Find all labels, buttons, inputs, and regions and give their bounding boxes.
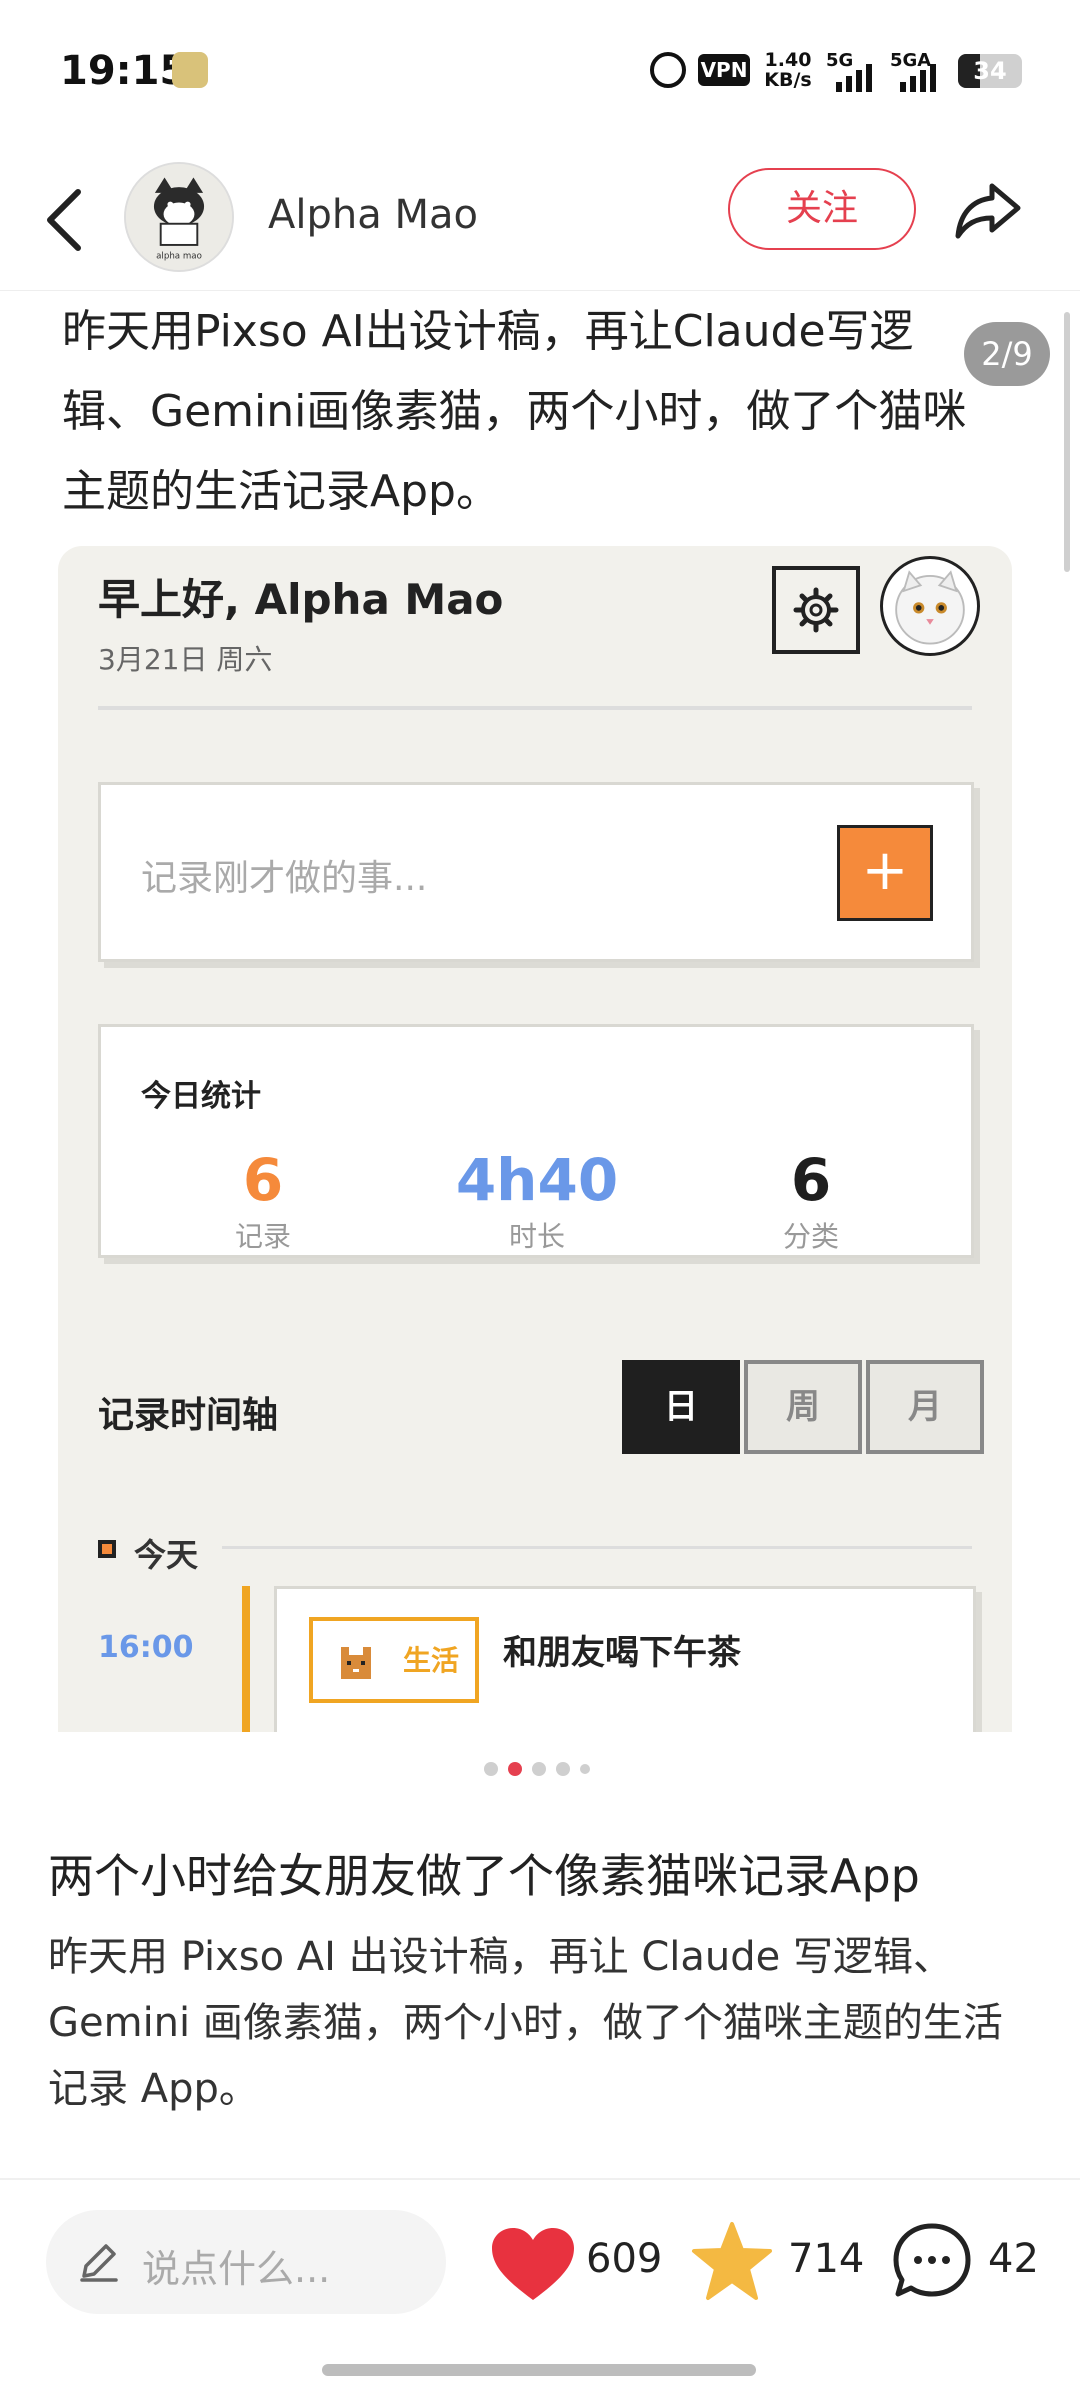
alarm-icon — [650, 52, 686, 88]
pencil-icon — [80, 2244, 118, 2282]
like-button[interactable] — [488, 2224, 578, 2304]
battery-icon: 34 — [958, 54, 1022, 88]
mock-event-rail — [242, 1586, 250, 1732]
stat-value: 4h40 — [455, 1146, 619, 1214]
today-marker-icon — [98, 1540, 116, 1558]
carousel-dot[interactable] — [532, 1762, 546, 1776]
carousel-dot[interactable] — [484, 1762, 498, 1776]
mock-stat-categories: 6 分类 — [711, 1147, 911, 1255]
stat-value: 6 — [242, 1146, 284, 1214]
mock-period-toggle: 日 周 月 — [618, 1360, 984, 1454]
mock-stats-card: 今日统计 6 记录 4h40 时长 6 分类 — [98, 1024, 974, 1258]
mock-period-day: 日 — [622, 1360, 740, 1454]
network-speed-value: 1.40 — [764, 49, 812, 71]
mock-today-divider — [222, 1546, 972, 1549]
mock-greeting: 早上好, Alpha Mao — [98, 575, 504, 624]
mock-date: 3月21日 周六 — [98, 643, 273, 676]
follow-button[interactable]: 关注 — [728, 168, 916, 250]
back-button[interactable] — [36, 178, 96, 262]
mock-settings-button — [772, 566, 860, 654]
battery-level: 34 — [973, 57, 1007, 85]
share-icon — [955, 183, 1021, 239]
mock-stat-duration: 4h40 时长 — [437, 1147, 637, 1255]
mock-divider — [98, 706, 972, 710]
star-icon — [692, 2222, 772, 2300]
carousel-dot[interactable] — [556, 1762, 570, 1776]
mock-event-title: 和朋友喝下午茶 — [503, 1633, 741, 1673]
mock-stat-records: 6 记录 — [163, 1147, 363, 1255]
mock-period-month: 月 — [866, 1360, 984, 1454]
network-speed: 1.40 KB/s — [760, 50, 816, 90]
plus-icon: + — [837, 825, 933, 921]
post-title: 两个小时给女朋友做了个像素猫咪记录App — [48, 1849, 920, 1903]
favorite-button[interactable] — [690, 2220, 774, 2304]
app-mockup: 早上好, Alpha Mao 3月21日 周六 记录刚才做的事... + 今日统… — [58, 546, 1012, 1732]
post-header: alpha mao Alpha Mao 关注 — [0, 150, 1080, 291]
carousel-dots — [484, 1762, 590, 1776]
bottom-divider — [0, 2178, 1080, 2180]
pixel-cat-icon — [341, 1647, 371, 1679]
gear-icon — [793, 587, 839, 633]
comment-icon — [893, 2223, 971, 2297]
status-time: 19:15 — [60, 48, 188, 94]
author-name[interactable]: Alpha Mao — [268, 192, 478, 238]
heart-icon — [492, 2228, 574, 2300]
mock-stats-title: 今日统计 — [141, 1079, 261, 1114]
mock-record-placeholder: 记录刚才做的事... — [141, 858, 428, 899]
carousel-dot[interactable] — [580, 1764, 590, 1774]
cat-avatar-icon: alpha mao — [126, 164, 232, 270]
image-carousel[interactable]: 昨天用Pixso AI出设计稿，再让Claude写逻辑、Gemini画像素猫，两… — [0, 292, 1080, 1732]
post-body: 昨天用 Pixso AI 出设计稿，再让 Claude 写逻辑、Gemini 画… — [48, 1934, 1003, 2112]
carousel-dot-active[interactable] — [508, 1762, 522, 1776]
home-indicator[interactable] — [322, 2364, 756, 2376]
stat-label: 时长 — [508, 1220, 565, 1253]
author-avatar[interactable]: alpha mao — [124, 162, 234, 272]
like-count: 609 — [586, 2236, 663, 2282]
carousel-caption: 昨天用Pixso AI出设计稿，再让Claude写逻辑、Gemini画像素猫，两… — [62, 306, 967, 517]
stat-label: 分类 — [782, 1220, 839, 1253]
mock-record-card: 记录刚才做的事... + — [98, 782, 974, 962]
page-indicator: 2/9 — [964, 322, 1050, 386]
mock-period-week: 周 — [744, 1360, 862, 1454]
mock-event-category: 生活 — [403, 1644, 460, 1677]
signal-1-icon — [836, 56, 872, 92]
mock-cat-avatar — [880, 556, 980, 656]
comment-button[interactable] — [890, 2220, 974, 2304]
back-icon — [47, 189, 81, 251]
favorite-count: 714 — [788, 2236, 865, 2282]
mock-timeline-title: 记录时间轴 — [98, 1395, 279, 1436]
comment-placeholder: 说点什么... — [142, 2247, 331, 2291]
notification-app-icon — [172, 52, 208, 88]
mock-event-time: 16:00 — [98, 1630, 194, 1665]
stat-label: 记录 — [234, 1220, 291, 1253]
stat-value: 6 — [790, 1146, 832, 1214]
status-bar: 19:15 VPN 1.40 KB/s 5G 5GA 34 — [0, 0, 1080, 140]
white-cat-icon — [895, 570, 965, 645]
comment-count: 42 — [988, 2236, 1039, 2282]
network-speed-unit: KB/s — [764, 69, 812, 91]
mock-today-label: 今天 — [134, 1536, 199, 1574]
share-button[interactable] — [950, 172, 1026, 248]
mock-event-card: 生活 和朋友喝下午茶 — [274, 1586, 976, 1732]
vpn-badge: VPN — [698, 54, 750, 86]
comment-input[interactable]: 说点什么... — [46, 2210, 446, 2314]
avatar-caption: alpha mao — [156, 251, 202, 261]
signal-2-icon — [900, 56, 936, 92]
mock-event-category-tag: 生活 — [309, 1617, 479, 1703]
